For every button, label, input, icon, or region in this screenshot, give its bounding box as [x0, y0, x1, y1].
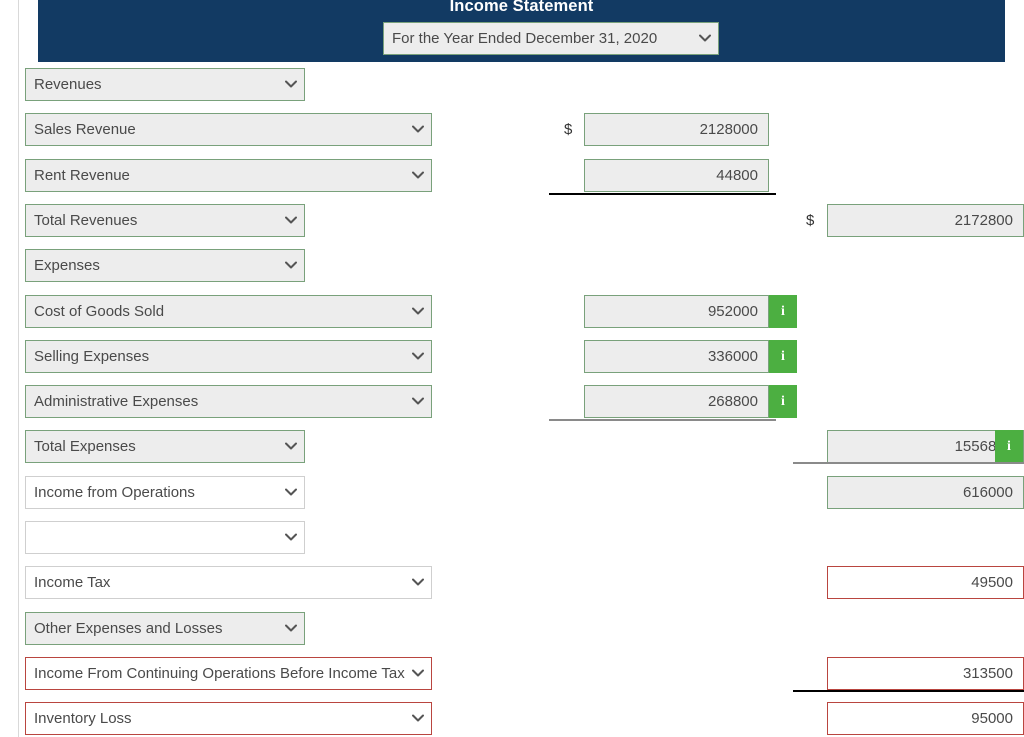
chevron-down-icon [412, 296, 424, 327]
account-select-label: Total Revenues [34, 212, 138, 229]
account-select-income-from-operations[interactable]: Income from Operations [25, 476, 305, 509]
info-icon-glyph: i [781, 394, 785, 409]
total-expense-rule [793, 462, 1024, 464]
amount-value: 44800 [716, 167, 758, 184]
account-select-label: Revenues [34, 76, 102, 93]
chevron-down-icon [412, 567, 424, 598]
total-value: 2172800 [954, 212, 1013, 229]
total-value: 49500 [971, 574, 1013, 591]
account-select-label: Expenses [34, 257, 100, 274]
total-value: 313500 [962, 665, 1013, 682]
amount-input-rent-revenue[interactable]: 44800 [584, 159, 769, 192]
account-select-administrative-expenses[interactable]: Administrative Expenses [25, 385, 432, 418]
income-statement-page: Income Statement For the Year Ended Dece… [0, 0, 1024, 737]
account-select-expenses[interactable]: Expenses [25, 249, 305, 282]
chevron-down-icon [285, 250, 297, 281]
period-select[interactable]: For the Year Ended December 31, 2020 [383, 22, 719, 55]
chevron-down-icon [412, 160, 424, 191]
total-value: 95000 [971, 710, 1013, 727]
total-input-income-tax[interactable]: 49500 [827, 566, 1024, 599]
amount-value: 952000 [707, 303, 758, 320]
page-left-border [18, 0, 19, 737]
total-input-income-from-operations[interactable]: 616000 [827, 476, 1024, 509]
account-select-inventory-loss[interactable]: Inventory Loss [25, 702, 432, 735]
account-select-label: Administrative Expenses [34, 393, 199, 410]
chevron-down-icon [285, 205, 297, 236]
account-select-label: Income from Operations [34, 484, 195, 501]
account-select-blank[interactable] [25, 521, 305, 554]
account-select-income-tax[interactable]: Income Tax [25, 566, 432, 599]
info-icon-administrative-expenses[interactable]: i [769, 385, 797, 418]
account-select-sales-revenue[interactable]: Sales Revenue [25, 113, 432, 146]
info-icon-glyph: i [781, 304, 785, 319]
chevron-down-icon [412, 341, 424, 372]
amount-input-administrative-expenses[interactable]: 268800 [584, 385, 769, 418]
account-select-revenues[interactable]: Revenues [25, 68, 305, 101]
period-select-value: For the Year Ended December 31, 2020 [392, 30, 658, 47]
chevron-down-icon [285, 522, 297, 553]
total-value: 616000 [962, 484, 1013, 501]
expense-subtotal-rule [549, 419, 776, 421]
account-select-label: Rent Revenue [34, 167, 130, 184]
account-select-label: Other Expenses and Losses [34, 620, 223, 637]
account-select-label: Inventory Loss [34, 710, 132, 727]
chevron-down-icon [285, 431, 297, 462]
info-icon-total-expenses[interactable]: i [995, 430, 1023, 463]
currency-symbol: $ [806, 212, 815, 229]
account-select-label: Total Expenses [34, 438, 136, 455]
account-select-label: Sales Revenue [34, 121, 136, 138]
chevron-down-icon [285, 477, 297, 508]
account-select-total-expenses[interactable]: Total Expenses [25, 430, 305, 463]
chevron-down-icon [412, 658, 424, 689]
amount-input-sales-revenue[interactable]: 2128000 [584, 113, 769, 146]
amount-value: 336000 [707, 348, 758, 365]
account-select-label: Cost of Goods Sold [34, 303, 165, 320]
amount-input-selling-expenses[interactable]: 336000 [584, 340, 769, 373]
page-title: Income Statement [449, 0, 594, 15]
info-icon-cost-of-goods-sold[interactable]: i [769, 295, 797, 328]
amount-input-cost-of-goods-sold[interactable]: 952000 [584, 295, 769, 328]
amount-value: 2128000 [699, 121, 758, 138]
currency-symbol: $ [564, 121, 573, 138]
chevron-down-icon [285, 69, 297, 100]
info-icon-glyph: i [1007, 439, 1011, 454]
account-select-label: Income Tax [34, 574, 111, 591]
statement-header: Income Statement For the Year Ended Dece… [38, 0, 1005, 62]
account-select-income-from-continuing-operations-before-income-tax[interactable]: Income From Continuing Operations Before… [25, 657, 432, 690]
chevron-down-icon [699, 23, 711, 54]
total-input-inventory-loss[interactable]: 95000 [827, 702, 1024, 735]
total-input-income-from-continuing-operations-before-income-tax[interactable]: 313500 [827, 657, 1024, 690]
pretax-income-rule [793, 690, 1024, 692]
account-select-cost-of-goods-sold[interactable]: Cost of Goods Sold [25, 295, 432, 328]
account-select-label: Selling Expenses [34, 348, 150, 365]
chevron-down-icon [412, 114, 424, 145]
account-select-other-expenses-and-losses[interactable]: Other Expenses and Losses [25, 612, 305, 645]
account-select-rent-revenue[interactable]: Rent Revenue [25, 159, 432, 192]
account-select-selling-expenses[interactable]: Selling Expenses [25, 340, 432, 373]
info-icon-glyph: i [781, 349, 785, 364]
chevron-down-icon [412, 386, 424, 417]
account-select-total-revenues[interactable]: Total Revenues [25, 204, 305, 237]
chevron-down-icon [412, 703, 424, 734]
account-select-label: Income From Continuing Operations Before… [34, 665, 405, 682]
amount-value: 268800 [707, 393, 758, 410]
info-icon-selling-expenses[interactable]: i [769, 340, 797, 373]
chevron-down-icon [285, 613, 297, 644]
total-input-total-revenues[interactable]: 2172800 [827, 204, 1024, 237]
revenue-subtotal-rule [549, 193, 776, 195]
